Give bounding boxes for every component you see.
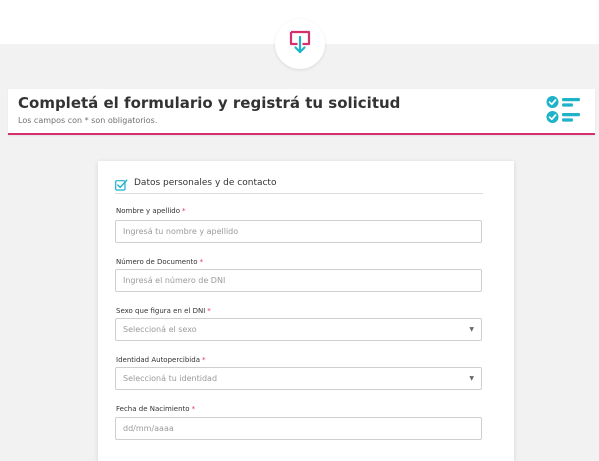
sex-select-value: Seleccioná el sexo <box>123 325 197 334</box>
birthdate-label-text: Fecha de Nacimiento <box>116 405 190 413</box>
name-label-text: Nombre y apellido <box>116 207 181 215</box>
birthdate-label: Fecha de Nacimiento * <box>116 405 195 413</box>
section-title: Datos personales y de contacto <box>134 178 277 188</box>
required-asterisk: * <box>207 307 211 315</box>
sex-label-text: Sexo que figura en el DNI <box>116 307 206 315</box>
section-header: Datos personales y de contacto <box>115 175 483 194</box>
checkbox-icon <box>115 176 128 195</box>
document-input[interactable] <box>115 269 482 292</box>
form-card: Datos personales y de contacto Nombre y … <box>98 161 514 461</box>
name-label: Nombre y apellido * <box>116 207 186 215</box>
page-subtitle: Los campos con * son obligatorios. <box>18 116 158 125</box>
birthdate-input[interactable] <box>115 417 482 440</box>
document-label: Número de Documento * <box>116 258 203 266</box>
sex-label: Sexo que figura en el DNI * <box>116 307 211 315</box>
form-header: Completá el formulario y registrá tu sol… <box>8 89 595 135</box>
checklist-icon <box>546 95 582 129</box>
name-input[interactable] <box>115 220 482 243</box>
download-tray-icon <box>275 19 325 69</box>
identity-select[interactable]: Seleccioná tu identidad ▼ <box>115 367 482 390</box>
page-title: Completá el formulario y registrá tu sol… <box>18 94 401 112</box>
required-asterisk: * <box>182 207 186 215</box>
required-asterisk: * <box>201 356 206 364</box>
identity-select-value: Seleccioná tu identidad <box>123 374 218 383</box>
sex-select[interactable]: Seleccioná el sexo ▼ <box>115 318 482 341</box>
identity-label: Identidad Autopercibida * <box>116 356 205 364</box>
document-label-text: Número de Documento <box>116 258 198 266</box>
required-asterisk: * <box>191 405 196 413</box>
chevron-down-icon: ▼ <box>469 326 474 333</box>
chevron-down-icon: ▼ <box>469 375 474 382</box>
identity-label-text: Identidad Autopercibida <box>116 356 200 364</box>
required-asterisk: * <box>199 258 204 266</box>
